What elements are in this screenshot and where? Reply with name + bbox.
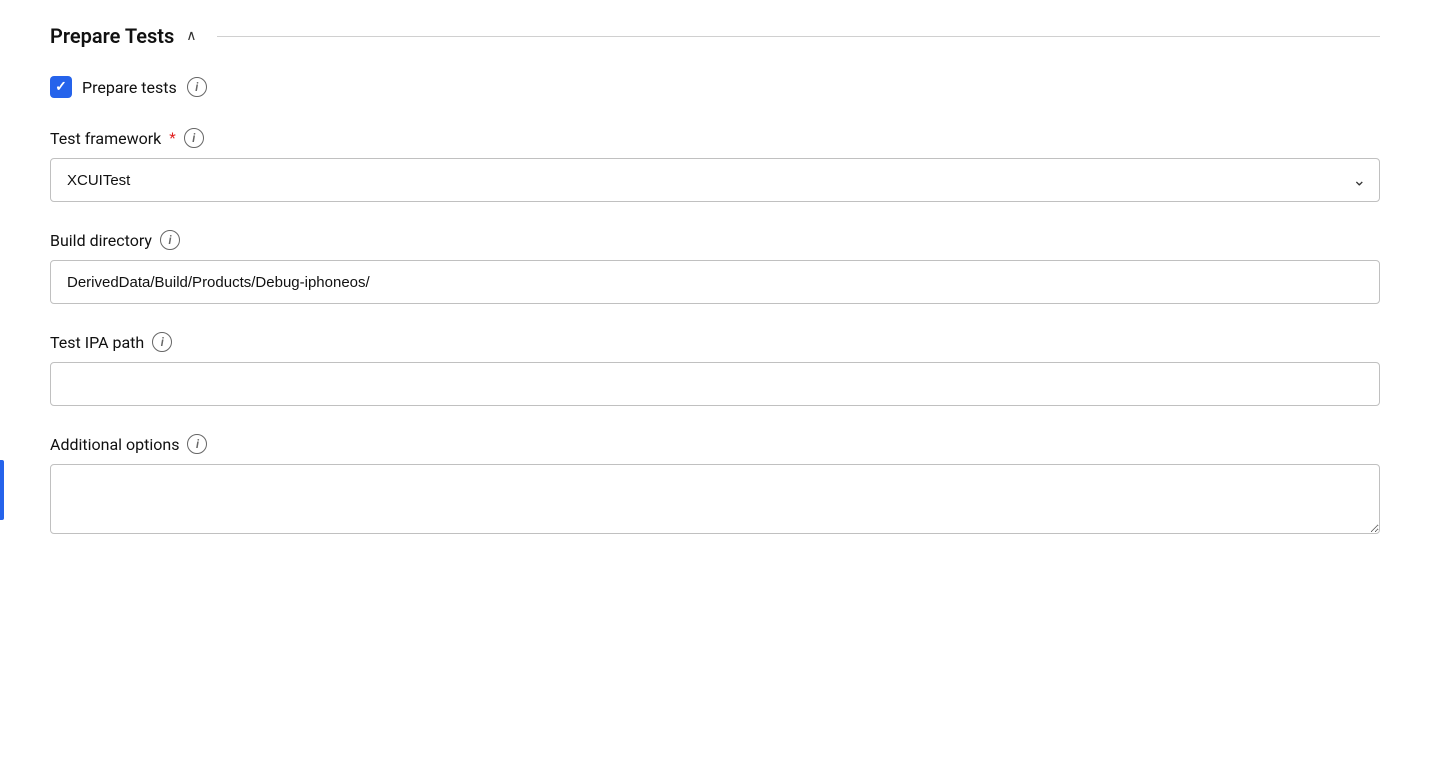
test-framework-field: Test framework * i XCUITest XCTest UIAut… (50, 128, 1380, 202)
test-framework-select[interactable]: XCUITest XCTest UIAutomation (50, 158, 1380, 202)
test-ipa-path-label: Test IPA path (50, 333, 144, 352)
main-container: Prepare Tests ∧ Prepare tests i Test fra… (0, 0, 1430, 778)
additional-options-field: Additional options i (50, 434, 1380, 538)
additional-options-info-icon[interactable]: i (187, 434, 207, 454)
test-ipa-path-info-icon[interactable]: i (152, 332, 172, 352)
prepare-tests-label: Prepare tests (82, 78, 177, 97)
additional-options-input[interactable] (50, 464, 1380, 534)
prepare-tests-row: Prepare tests i (50, 76, 1380, 98)
section-divider (217, 36, 1380, 37)
build-directory-input[interactable] (50, 260, 1380, 304)
left-accent-bar (0, 460, 4, 520)
build-directory-field: Build directory i (50, 230, 1380, 304)
build-directory-info-icon[interactable]: i (160, 230, 180, 250)
test-framework-info-icon[interactable]: i (184, 128, 204, 148)
test-framework-select-wrapper: XCUITest XCTest UIAutomation ⌄ (50, 158, 1380, 202)
prepare-tests-info-icon[interactable]: i (187, 77, 207, 97)
test-ipa-path-label-row: Test IPA path i (50, 332, 1380, 352)
test-ipa-path-field: Test IPA path i (50, 332, 1380, 406)
build-directory-label-row: Build directory i (50, 230, 1380, 250)
test-framework-label: Test framework (50, 129, 161, 148)
section-header: Prepare Tests ∧ (50, 24, 1380, 48)
test-ipa-path-input[interactable] (50, 362, 1380, 406)
test-framework-label-row: Test framework * i (50, 128, 1380, 148)
prepare-tests-checkbox[interactable] (50, 76, 72, 98)
additional-options-label-row: Additional options i (50, 434, 1380, 454)
build-directory-label: Build directory (50, 231, 152, 250)
additional-options-label: Additional options (50, 435, 179, 454)
collapse-icon[interactable]: ∧ (186, 28, 196, 44)
section-title: Prepare Tests (50, 24, 174, 48)
test-framework-required: * (169, 129, 175, 147)
